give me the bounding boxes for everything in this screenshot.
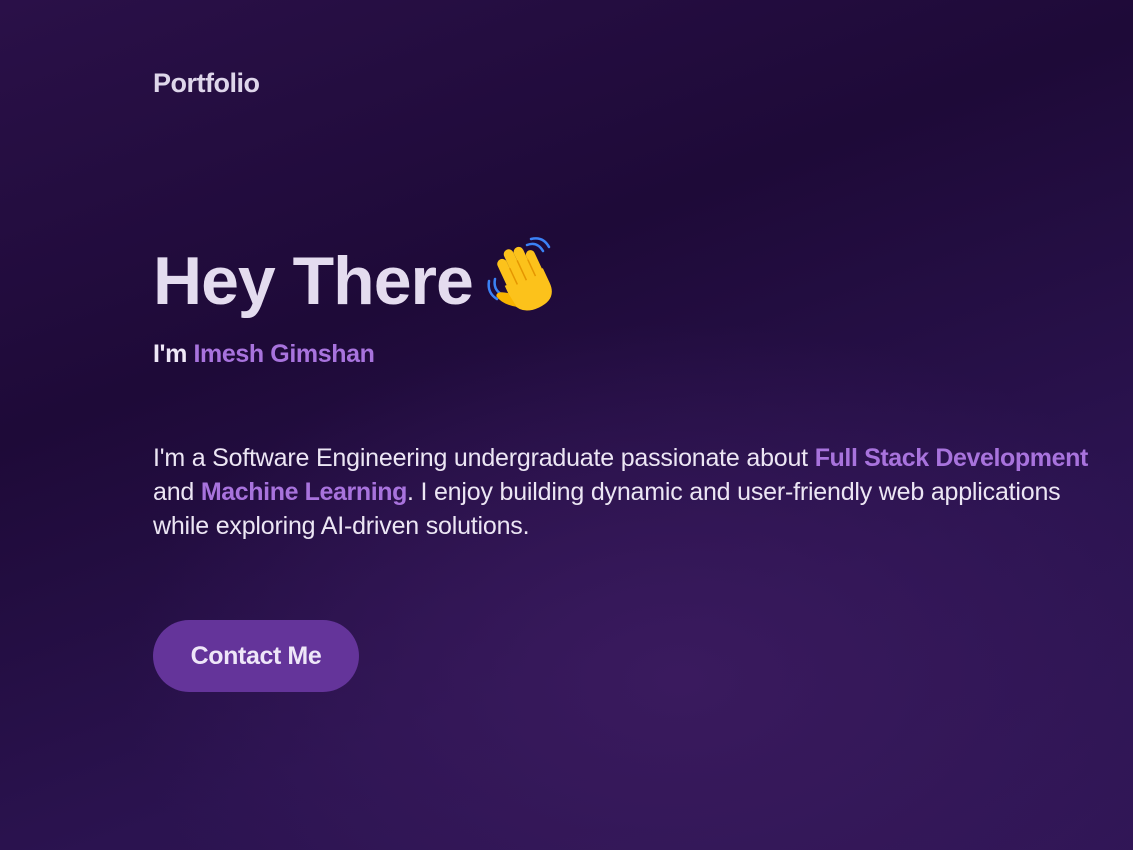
bio-highlight-ml: Machine Learning — [200, 478, 408, 506]
bio-text-1: I'm a Software Engineering undergraduate… — [153, 444, 815, 472]
bio-text-2: and — [153, 478, 201, 506]
greeting-text: Hey There — [153, 243, 474, 319]
hero-section: Hey There I'm Imesh Gimshan I'm a Softwa… — [153, 236, 1113, 692]
hero-greeting: Hey There — [153, 236, 1113, 326]
hero-intro: I'm Imesh Gimshan — [153, 340, 1113, 369]
waving-hand-icon — [485, 237, 561, 315]
bio-highlight-full-stack: Full Stack Development — [814, 444, 1089, 472]
hero-bio: I'm a Software Engineering undergraduate… — [153, 441, 1113, 543]
intro-prefix: I'm — [153, 340, 187, 368]
brand-logo[interactable]: Portfolio — [153, 68, 260, 99]
intro-name: Imesh Gimshan — [193, 340, 375, 368]
contact-me-button[interactable]: Contact Me — [153, 620, 359, 692]
